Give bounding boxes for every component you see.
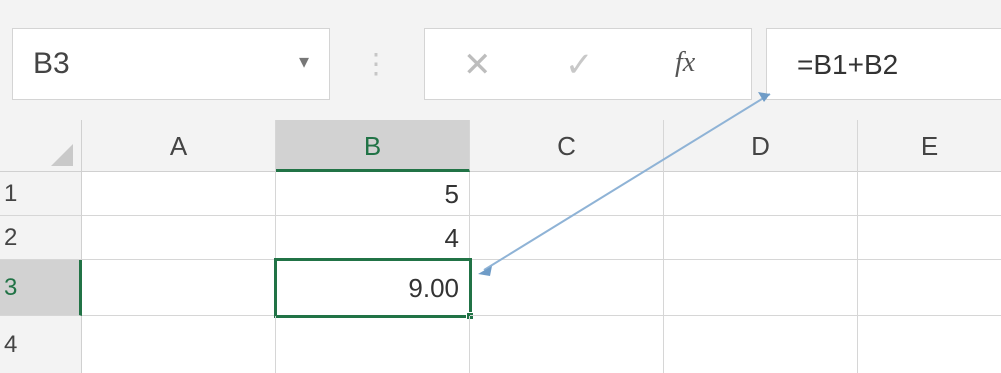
select-all-icon <box>51 144 73 166</box>
cell-d4[interactable] <box>664 316 858 373</box>
cell-b4[interactable] <box>276 316 470 373</box>
column-header-a[interactable]: A <box>82 120 276 172</box>
cell-b2[interactable]: 4 <box>276 216 470 260</box>
cell-e4[interactable] <box>858 316 1001 373</box>
worksheet-grid: A B C D E 1 2 3 4 5 4 9.00 <box>0 120 1001 373</box>
row-header-3[interactable]: 3 <box>0 260 82 316</box>
cell-d2[interactable] <box>664 216 858 260</box>
cell-a1[interactable] <box>82 172 276 216</box>
formula-input[interactable]: =B1+B2 <box>766 28 1001 100</box>
column-header-b[interactable]: B <box>276 120 470 172</box>
name-box-value: B3 <box>33 47 70 80</box>
column-header-c[interactable]: C <box>470 120 664 172</box>
cell-d3[interactable] <box>664 260 858 316</box>
formula-bar-row: B3 ▾ ⋮ ✕ ✓ fx =B1+B2 <box>0 0 1001 120</box>
row-header-2[interactable]: 2 <box>0 216 82 260</box>
row-header-4[interactable]: 4 <box>0 316 82 373</box>
name-box[interactable]: B3 ▾ <box>12 28 330 100</box>
cell-c1[interactable] <box>470 172 664 216</box>
cell-a3[interactable] <box>82 260 276 316</box>
column-header-row: A B C D E <box>0 120 1001 172</box>
enter-icon[interactable]: ✓ <box>565 45 594 85</box>
cell-a2[interactable] <box>82 216 276 260</box>
cell-c2[interactable] <box>470 216 664 260</box>
formula-bar-grip-icon[interactable]: ⋮ <box>362 36 390 92</box>
cell-c3[interactable] <box>470 260 664 316</box>
cell-e2[interactable] <box>858 216 1001 260</box>
column-header-d[interactable]: D <box>664 120 858 172</box>
cell-e3[interactable] <box>858 260 1001 316</box>
formula-buttons: ✕ ✓ fx <box>424 28 752 100</box>
cell-b1[interactable]: 5 <box>276 172 470 216</box>
select-all-button[interactable] <box>0 120 82 172</box>
cell-e1[interactable] <box>858 172 1001 216</box>
cell-a4[interactable] <box>82 316 276 373</box>
chevron-down-icon[interactable]: ▾ <box>299 49 309 74</box>
insert-function-icon[interactable]: fx <box>675 47 695 79</box>
formula-text: =B1+B2 <box>797 49 899 80</box>
row-header-1[interactable]: 1 <box>0 172 82 216</box>
column-header-e[interactable]: E <box>858 120 1001 172</box>
cell-b3[interactable]: 9.00 <box>274 258 472 318</box>
cell-d1[interactable] <box>664 172 858 216</box>
cell-c4[interactable] <box>470 316 664 373</box>
cancel-icon[interactable]: ✕ <box>463 45 492 85</box>
